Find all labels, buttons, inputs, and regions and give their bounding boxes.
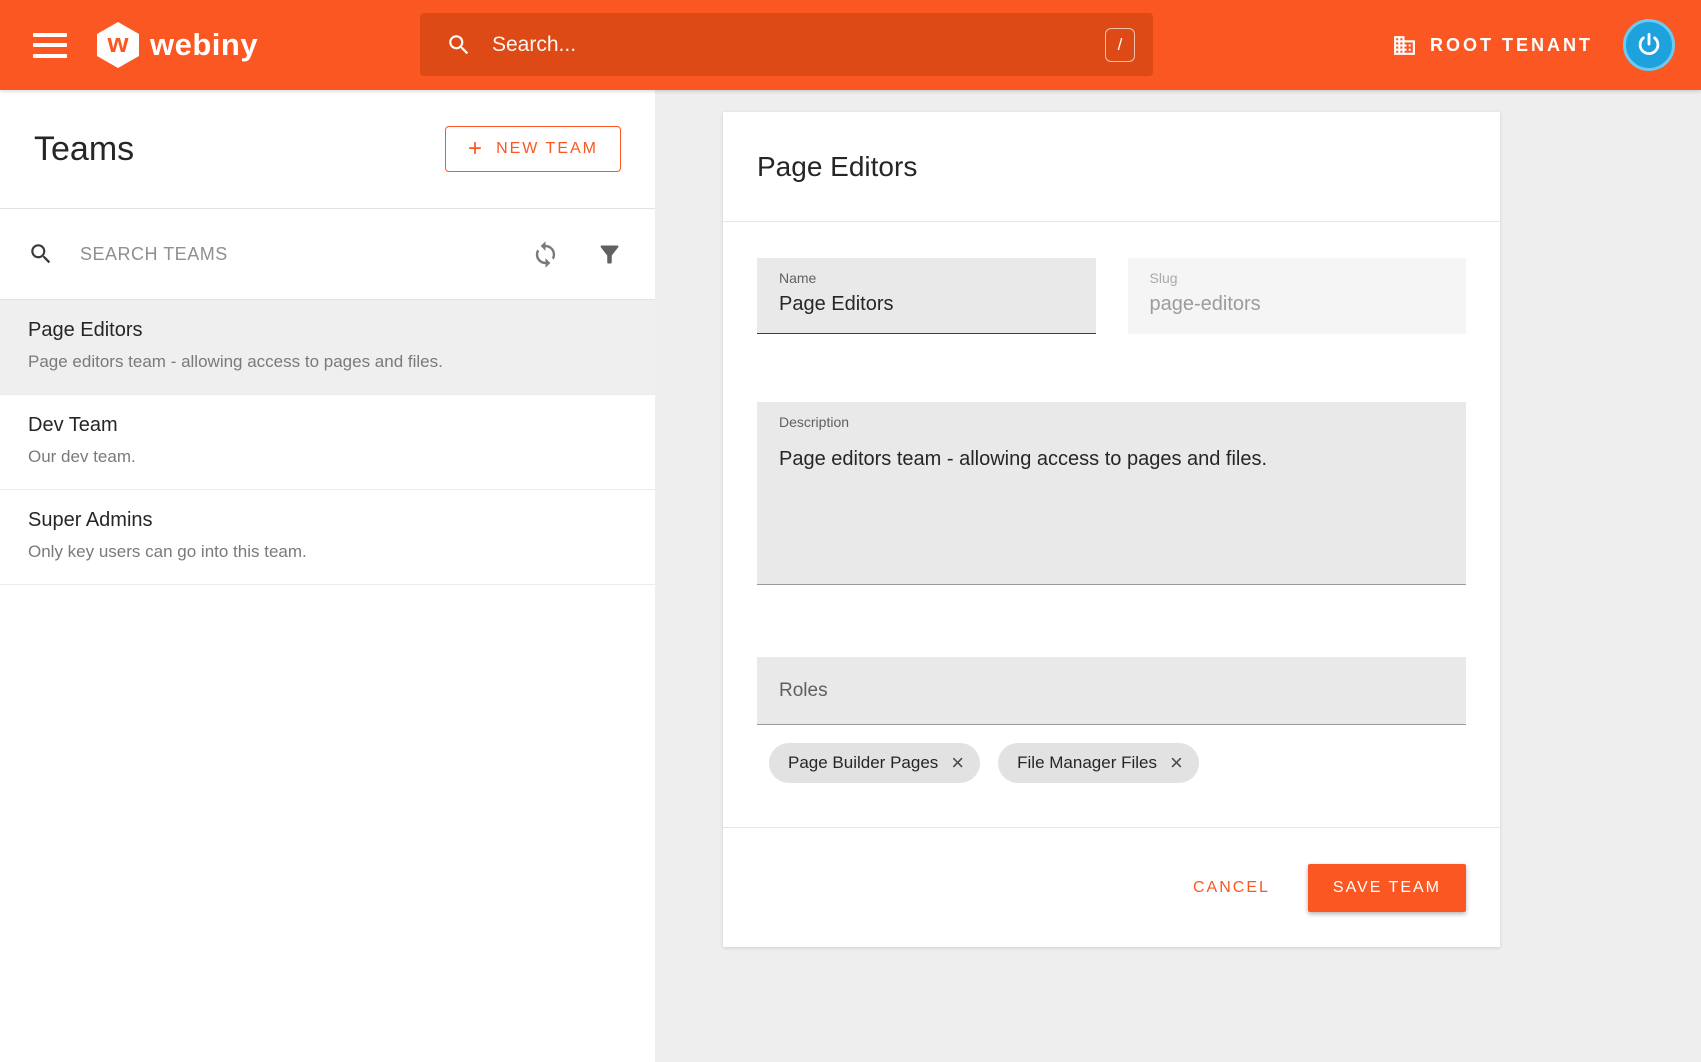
slug-field: Slug — [1128, 258, 1467, 334]
plus-icon: + — [468, 142, 484, 156]
main-content: Teams + NEW TEAM Page Editors Page edito… — [0, 90, 1701, 1062]
team-detail-footer: CANCEL SAVE TEAM — [723, 827, 1500, 947]
role-chip-label: Page Builder Pages — [788, 753, 938, 773]
team-name: Page Editors — [28, 319, 627, 342]
teams-list-header: Teams + NEW TEAM — [0, 90, 655, 208]
roles-field-label: Roles — [779, 680, 828, 702]
filter-button[interactable] — [592, 237, 627, 272]
menu-icon[interactable] — [33, 33, 67, 58]
refresh-button[interactable] — [527, 236, 564, 273]
team-name: Super Admins — [28, 509, 627, 532]
team-list-item[interactable]: Dev Team Our dev team. — [0, 395, 655, 490]
new-team-button[interactable]: + NEW TEAM — [445, 126, 621, 172]
webiny-logo-text: webiny — [150, 27, 258, 63]
name-input[interactable] — [779, 293, 1074, 316]
team-detail-header: Page Editors — [723, 112, 1500, 222]
tenant-selector[interactable]: ROOT TENANT — [1392, 33, 1593, 58]
team-description: Our dev team. — [28, 447, 627, 467]
team-detail-panel: Page Editors Name Slug Description Page … — [655, 90, 1701, 1062]
description-input[interactable]: Page editors team - allowing access to p… — [779, 448, 1444, 568]
webiny-logo[interactable]: w webiny — [97, 22, 258, 68]
app-header: w webiny / ROOT TENANT — [0, 0, 1701, 90]
save-team-button[interactable]: SAVE TEAM — [1308, 864, 1466, 912]
search-icon — [28, 241, 54, 267]
role-chip: Page Builder Pages × — [769, 743, 980, 783]
team-list-item[interactable]: Super Admins Only key users can go into … — [0, 490, 655, 585]
header-right-section: ROOT TENANT — [1392, 0, 1675, 90]
team-detail-card: Page Editors Name Slug Description Page … — [723, 112, 1500, 947]
teams-list-panel: Teams + NEW TEAM Page Editors Page edito… — [0, 90, 655, 1062]
roles-field[interactable]: Roles — [757, 657, 1466, 725]
description-field[interactable]: Description Page editors team - allowing… — [757, 402, 1466, 585]
global-search-input[interactable] — [492, 33, 1105, 57]
team-detail-title: Page Editors — [757, 151, 917, 183]
page-title: Teams — [34, 130, 134, 169]
search-icon — [446, 32, 472, 58]
team-form: Name Slug Description Page editors team … — [723, 222, 1500, 783]
role-chips: Page Builder Pages × File Manager Files … — [757, 743, 1466, 783]
teams-search-row — [0, 208, 655, 300]
name-field[interactable]: Name — [757, 258, 1096, 334]
name-field-label: Name — [779, 270, 1074, 286]
team-description: Only key users can go into this team. — [28, 542, 627, 562]
slug-field-label: Slug — [1150, 270, 1445, 286]
remove-role-icon[interactable]: × — [1168, 752, 1185, 774]
webiny-logo-icon: w — [97, 22, 139, 68]
cancel-button[interactable]: CANCEL — [1179, 867, 1284, 909]
global-search-bar[interactable]: / — [420, 13, 1153, 76]
tenant-icon — [1392, 33, 1417, 58]
tenant-label: ROOT TENANT — [1430, 35, 1593, 56]
search-shortcut-badge: / — [1105, 28, 1135, 62]
user-avatar[interactable] — [1623, 19, 1675, 71]
role-chip: File Manager Files × — [998, 743, 1199, 783]
team-description: Page editors team - allowing access to p… — [28, 352, 627, 372]
new-team-button-label: NEW TEAM — [496, 140, 598, 158]
team-name: Dev Team — [28, 414, 627, 437]
role-chip-label: File Manager Files — [1017, 753, 1157, 773]
description-field-label: Description — [779, 414, 1444, 430]
teams-search-input[interactable] — [80, 244, 499, 265]
remove-role-icon[interactable]: × — [949, 752, 966, 774]
slug-input — [1150, 293, 1445, 316]
power-icon — [1635, 31, 1663, 59]
team-list-item[interactable]: Page Editors Page editors team - allowin… — [0, 300, 655, 395]
